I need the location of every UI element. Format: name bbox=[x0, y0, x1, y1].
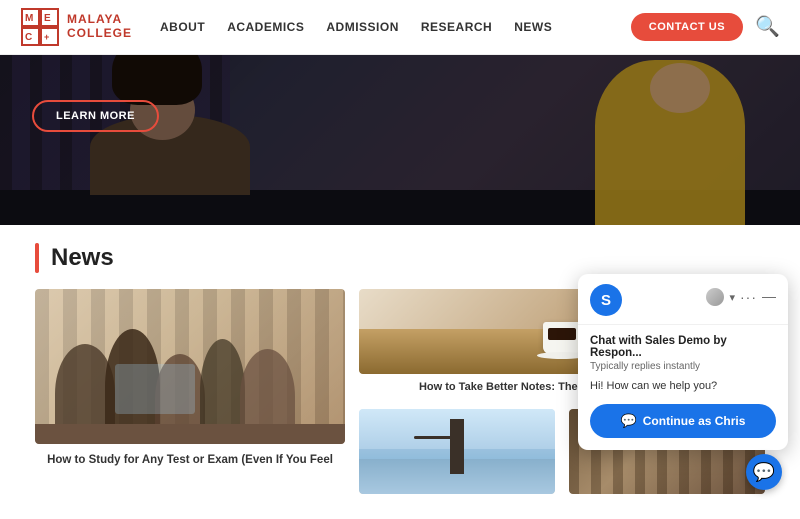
svg-text:+: + bbox=[44, 32, 49, 42]
svg-text:M: M bbox=[25, 13, 33, 24]
messenger-button-icon: 💬 bbox=[621, 413, 637, 429]
hero-overlay bbox=[0, 55, 800, 225]
continue-button-label: Continue as Chris bbox=[643, 414, 746, 428]
chat-mini-avatar bbox=[706, 288, 724, 306]
chat-avatar: S bbox=[590, 284, 622, 316]
header-actions: CONTACT US 🔍 bbox=[631, 13, 780, 41]
svg-text:C: C bbox=[25, 32, 32, 43]
logo-college: COLLEGE bbox=[67, 27, 132, 41]
news-card-study-title: How to Study for Any Test or Exam (Even … bbox=[35, 452, 345, 468]
news-card-study-image bbox=[35, 289, 345, 444]
search-button[interactable]: 🔍 bbox=[755, 17, 780, 37]
messenger-fab[interactable]: 💬 bbox=[746, 454, 782, 490]
logo[interactable]: M E C + MALAYA COLLEGE bbox=[20, 7, 132, 47]
chat-body: Chat with Sales Demo by Respon... Typica… bbox=[578, 325, 788, 450]
messenger-fab-icon: 💬 bbox=[753, 462, 775, 483]
logo-malaya: MALAYA bbox=[67, 13, 132, 27]
nav-item-research[interactable]: RESEARCH bbox=[421, 20, 492, 34]
chat-message: Hi! How can we help you? bbox=[590, 380, 776, 392]
news-card-bridge-image bbox=[359, 409, 555, 494]
logo-icon: M E C + bbox=[20, 7, 60, 47]
hero-section: LEARN MORE bbox=[0, 55, 800, 225]
chat-dots-icon[interactable]: ··· bbox=[740, 289, 757, 305]
news-card-study[interactable]: How to Study for Any Test or Exam (Even … bbox=[35, 289, 345, 509]
learn-more-button[interactable]: LEARN MORE bbox=[32, 100, 159, 132]
contact-us-button[interactable]: CONTACT US bbox=[631, 13, 743, 41]
news-heading: News bbox=[35, 243, 765, 273]
chat-widget: S ▾ ··· — Chat with Sales Demo by Respon… bbox=[578, 274, 788, 450]
chat-header-icons-row: ▾ ··· — bbox=[630, 284, 776, 306]
news-title: News bbox=[51, 244, 114, 272]
chat-reply-time: Typically replies instantly bbox=[590, 361, 776, 372]
nav-item-news[interactable]: NEWS bbox=[514, 20, 552, 34]
header: M E C + MALAYA COLLEGE ABOUT ACADEMICS A… bbox=[0, 0, 800, 55]
chat-company-name: Chat with Sales Demo by Respon... bbox=[590, 335, 776, 359]
chat-minimize-icon[interactable]: — bbox=[762, 289, 776, 303]
search-icon: 🔍 bbox=[755, 16, 780, 38]
chat-header: S ▾ ··· — bbox=[578, 274, 788, 325]
logo-text: MALAYA COLLEGE bbox=[67, 13, 132, 41]
chat-dropdown-icon[interactable]: ▾ bbox=[729, 291, 735, 304]
continue-as-chris-button[interactable]: 💬 Continue as Chris bbox=[590, 404, 776, 438]
nav-item-academics[interactable]: ACADEMICS bbox=[227, 20, 304, 34]
news-card-bridge[interactable] bbox=[359, 409, 555, 494]
news-heading-border bbox=[35, 243, 39, 273]
nav-item-admission[interactable]: ADMISSION bbox=[326, 20, 399, 34]
svg-text:E: E bbox=[44, 13, 51, 24]
nav-item-about[interactable]: ABOUT bbox=[160, 20, 205, 34]
main-nav: ABOUT ACADEMICS ADMISSION RESEARCH NEWS bbox=[160, 20, 631, 34]
